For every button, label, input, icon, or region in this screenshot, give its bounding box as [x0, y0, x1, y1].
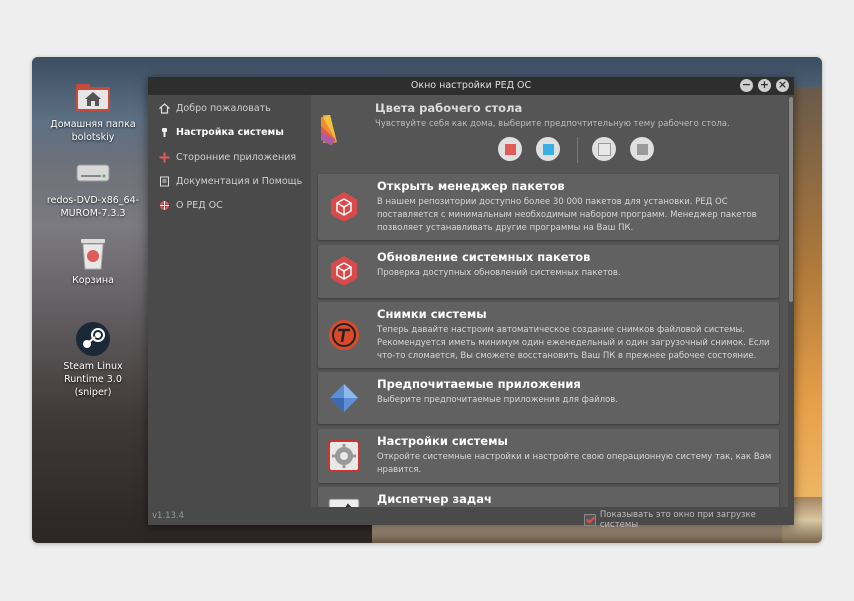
steam-icon	[75, 321, 111, 357]
card-title: Открыть менеджер пакетов	[377, 179, 565, 193]
color-swatch-red[interactable]	[498, 137, 522, 161]
maximize-button[interactable]: +	[758, 79, 771, 92]
card-title: Снимки системы	[377, 307, 487, 321]
sidebar-item-label: Сторонние приложения	[176, 151, 297, 163]
brush-icon	[158, 126, 170, 138]
window-title: Окно настройки РЕД ОС	[410, 80, 532, 91]
desktop-icon-home[interactable]: Домашняя папка bolotskiy	[45, 79, 141, 144]
color-palette-icon	[311, 109, 359, 151]
colors-title: Цвета рабочего стола	[375, 101, 523, 115]
color-swatch-light[interactable]	[592, 137, 616, 161]
update-package-icon	[328, 255, 360, 287]
checkbox-check-icon[interactable]	[584, 514, 596, 526]
desktop-icon-label: Корзина	[72, 275, 114, 286]
book-icon	[158, 175, 170, 187]
preferred-apps-icon	[328, 382, 360, 414]
card-title: Обновление системных пакетов	[377, 250, 591, 264]
desktop-icon-label: redos-DVD-x86_64-MUROM-7.3.3	[46, 195, 140, 219]
card-task-manager[interactable]: Диспетчер задач	[318, 487, 779, 507]
minimize-button[interactable]: −	[740, 79, 753, 92]
sidebar-item-label: О РЕД ОС	[176, 199, 223, 211]
sidebar-item-about[interactable]: О РЕД ОС	[158, 196, 223, 214]
color-swatch-gray[interactable]	[630, 137, 654, 161]
color-swatch-blue[interactable]	[536, 137, 560, 161]
desktop-icon-label: Steam Linux Runtime 3.0 (sniper)	[63, 361, 123, 398]
card-title: Предпочитаемые приложения	[377, 377, 581, 391]
sidebar-item-system-setup[interactable]: Настройка системы	[158, 123, 284, 141]
checkbox-label: Показывать это окно при загрузке системы	[599, 510, 756, 530]
scrollbar-thumb[interactable]	[789, 97, 793, 302]
window-footer: v1.13.4 Показывать это окно при загрузке…	[148, 507, 794, 530]
card-description: Проверка доступных обновлений системных …	[377, 268, 621, 278]
sidebar-item-label: Добро пожаловать	[176, 102, 271, 114]
card-title: Диспетчер задач	[377, 492, 492, 506]
sidebar-item-label: Документация и Помощь	[176, 175, 303, 187]
package-icon	[328, 191, 360, 223]
plus-icon	[158, 151, 170, 163]
desktop-icon-steam[interactable]: Steam Linux Runtime 3.0 (sniper)	[45, 321, 141, 399]
drive-icon	[75, 155, 111, 191]
colors-subtitle: Чувствуйте себя как дома, выберите предп…	[375, 119, 730, 129]
show-on-startup-checkbox[interactable]: Показывать это окно при загрузке системы	[584, 510, 794, 530]
home-icon	[158, 102, 170, 114]
close-button[interactable]: ×	[776, 79, 789, 92]
card-title: Настройки системы	[377, 434, 508, 448]
version-label: v1.13.4	[152, 511, 185, 521]
card-system-settings[interactable]: Настройки системы Откройте системные нас…	[318, 429, 779, 483]
desktop-icon-trash[interactable]: Корзина	[45, 235, 141, 287]
sidebar-item-label: Настройка системы	[176, 126, 284, 138]
main-panel: Цвета рабочего стола Чувствуйте себя как…	[311, 95, 794, 507]
window-titlebar[interactable]: Окно настройки РЕД ОС − + ×	[148, 77, 794, 95]
card-preferred-apps[interactable]: Предпочитаемые приложения Выберите предп…	[318, 372, 779, 424]
settings-gear-icon	[328, 440, 360, 472]
desktop-icon-label: Домашняя папка bolotskiy	[50, 119, 136, 143]
card-description: В нашем репозитории доступно более 30 00…	[377, 197, 757, 233]
snapshot-icon	[328, 319, 360, 351]
sidebar-item-documentation[interactable]: Документация и Помощь	[158, 172, 302, 190]
lifebuoy-icon	[158, 199, 170, 211]
sidebar-item-third-party-apps[interactable]: Сторонние приложения	[158, 148, 296, 166]
swatch-divider	[577, 137, 578, 163]
home-folder-icon	[75, 79, 111, 115]
card-package-manager[interactable]: Открыть менеджер пакетов В нашем репозит…	[318, 174, 779, 240]
sidebar: Добро пожаловать Настройка системы Сторо…	[148, 95, 310, 507]
card-description: Откройте системные настройки и настройте…	[377, 452, 772, 475]
sidebar-item-welcome[interactable]: Добро пожаловать	[158, 99, 271, 117]
card-description: Теперь давайте настроим автоматическое с…	[377, 325, 770, 361]
welcome-window: Окно настройки РЕД ОС − + × Добро пожало…	[148, 77, 794, 530]
desktop-icon-dvd[interactable]: redos-DVD-x86_64-MUROM-7.3.3	[45, 155, 141, 220]
card-system-update[interactable]: Обновление системных пакетов Проверка до…	[318, 245, 779, 298]
task-manager-icon	[328, 497, 360, 507]
card-snapshots[interactable]: Снимки системы Теперь давайте настроим а…	[318, 302, 779, 368]
trash-icon	[75, 235, 111, 271]
card-description: Выберите предпочитаемые приложения для ф…	[377, 395, 618, 405]
main-scrollbar[interactable]	[788, 95, 794, 507]
